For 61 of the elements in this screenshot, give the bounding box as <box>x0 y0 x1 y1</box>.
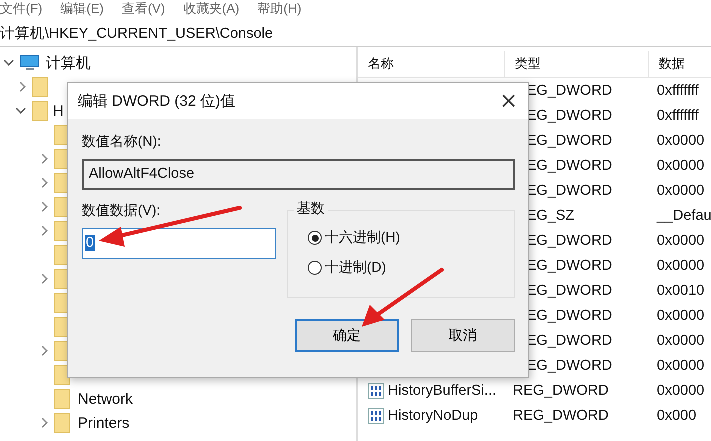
folder-icon <box>32 77 48 97</box>
value-name[interactable]: HistoryNoDup <box>388 408 478 424</box>
value-name-field[interactable]: AllowAltF4Close <box>82 159 515 190</box>
menu-item[interactable]: 文件(F) <box>0 1 43 17</box>
table-cell-text: 0x0000 <box>656 132 706 148</box>
binary-value-icon <box>368 382 384 398</box>
table-cell-text: 0x0000 <box>656 358 706 374</box>
column-header[interactable]: 类型 <box>505 51 649 77</box>
tree-item[interactable]: Network <box>78 390 134 408</box>
value-name[interactable]: HistoryBufferSi... <box>388 382 497 398</box>
field-label: 数值数据(V): <box>82 202 161 220</box>
table-cell-text: EG_DWORD <box>526 358 614 374</box>
table-cell-text: EG_DWORD <box>526 282 614 298</box>
table-cell-text: 0x0000 <box>656 332 706 348</box>
table-cell-text: 0x0010 <box>656 282 706 298</box>
table-cell-text: EG_DWORD <box>526 232 614 248</box>
close-button[interactable]: × <box>490 88 528 114</box>
ok-button[interactable]: 确定 <box>295 319 399 352</box>
table-cell-text: REG_DWORD <box>512 408 610 424</box>
value-data-field[interactable]: 0 <box>82 228 276 259</box>
radio-button[interactable] <box>308 261 322 275</box>
menu-item[interactable]: 查看(V) <box>122 1 166 17</box>
table-cell-text: 0xfffffff <box>656 82 700 98</box>
radio-label[interactable]: 十进制(D) <box>325 259 386 277</box>
table-cell-text: EG_DWORD <box>526 308 614 324</box>
tree-item[interactable]: 计算机 <box>46 54 91 72</box>
field-label: 数值名称(N): <box>82 133 162 151</box>
table-cell-text: REG_DWORD <box>512 382 610 398</box>
table-cell-text: EG_DWORD <box>526 132 614 148</box>
menu-item[interactable]: 编辑(E) <box>60 1 104 17</box>
folder-icon <box>32 101 48 121</box>
monitor-icon <box>20 55 40 71</box>
group-label: 基数 <box>294 200 328 218</box>
tree-item[interactable]: H <box>53 102 64 120</box>
address-bar[interactable]: 计算机\HKEY_CURRENT_USER\Console <box>0 22 711 47</box>
cancel-button[interactable]: 取消 <box>411 319 515 352</box>
menu-item[interactable]: 帮助(H) <box>258 1 302 17</box>
column-header[interactable]: 数据 <box>649 51 711 77</box>
table-cell-text: EG_DWORD <box>526 258 614 274</box>
table-cell-text: EG_DWORD <box>526 158 614 174</box>
table-cell-text: EG_DWORD <box>526 82 614 98</box>
table-cell-text: 0x0000 <box>656 258 706 274</box>
dialog-title: 编辑 DWORD (32 位)值 <box>78 92 236 110</box>
table-cell-text: 0x000 <box>656 408 698 424</box>
table-cell-text: 0x0000 <box>656 182 706 198</box>
table-cell-text: __Defau <box>656 208 711 224</box>
table-cell-text: 0xfffffff <box>656 108 700 124</box>
menu-item[interactable]: 收藏夹(A) <box>183 1 240 17</box>
table-cell-text: EG_DWORD <box>526 108 614 124</box>
table-cell-text: EG_DWORD <box>526 332 614 348</box>
table-cell-text: 0x0000 <box>656 308 706 324</box>
radio-label[interactable]: 十六进制(H) <box>325 229 400 247</box>
binary-value-icon <box>368 408 384 424</box>
table-cell-text: 0x0000 <box>656 158 706 174</box>
table-cell-text: 0x0000 <box>656 232 706 248</box>
table-cell-text: EG_DWORD <box>526 182 614 198</box>
tree-item[interactable]: Printers <box>78 414 130 432</box>
table-cell-text: 0x0000 <box>656 382 706 398</box>
column-header[interactable]: 名称 <box>358 51 505 77</box>
folder-icon <box>54 413 70 433</box>
radio-button[interactable] <box>308 231 322 245</box>
